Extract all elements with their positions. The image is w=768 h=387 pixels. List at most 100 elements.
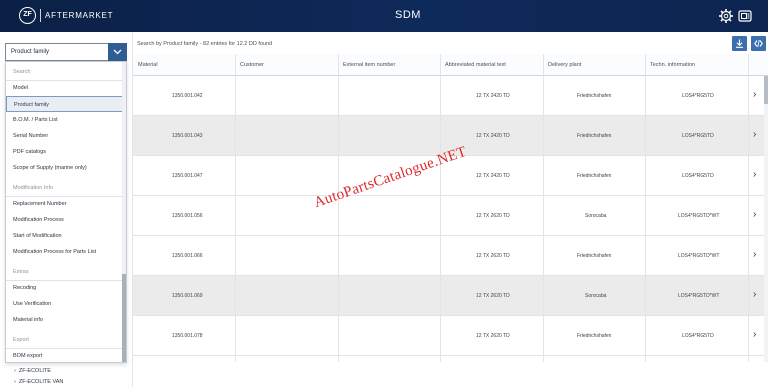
column-divider (338, 54, 339, 362)
top-bar: ZF AFTERMARKET SDM (0, 0, 768, 32)
search-type-dropdown: Search Model Product family B.O.M. / Par… (5, 61, 127, 363)
dropdown-item-material-info[interactable]: Material info (6, 312, 124, 328)
left-panel: Product family Search Model Product fami… (0, 32, 133, 387)
column-divider (440, 54, 441, 362)
settings-icon[interactable] (718, 8, 734, 24)
cell-abbreviated-text: 12 TX 2620 TD (476, 333, 510, 339)
cell-material: 1350.001.047 (172, 173, 203, 179)
code-view-button[interactable] (751, 36, 766, 51)
dropdown-item-bom-parts-list[interactable]: B.O.M. / Parts List (6, 112, 124, 128)
zf-logo: ZF (19, 7, 36, 24)
cell-material: 1350.001.043 (172, 133, 203, 139)
select-value: Product family (11, 49, 50, 55)
cell-material: 1350.001.056 (172, 213, 203, 219)
cell-material: 1350.001.066 (172, 253, 203, 259)
dropdown-item-replacement-number[interactable]: Replacement Number (6, 196, 124, 212)
search-result-info: Search by Product family - 82 entries fo… (137, 41, 273, 47)
cell-techn-information: LOS4*RG5TD*WT (678, 213, 720, 219)
cell-abbreviated-text: 12 TX 2620 TD (476, 213, 510, 219)
column-header-customer[interactable]: Customer (240, 62, 264, 68)
cell-abbreviated-text: 12 TX 2420 TD (476, 133, 510, 139)
brand-label: AFTERMARKET (45, 11, 114, 20)
chevron-down-icon (113, 49, 122, 55)
cell-delivery-plant: Sorocaba (585, 213, 607, 219)
chevron-right-icon: › (14, 368, 16, 374)
dropdown-item-product-family[interactable]: Product family (6, 96, 124, 112)
column-header-delivery-plant[interactable]: Delivery plant (548, 62, 581, 68)
cell-techn-information: LOS4*RG5TD*WT (678, 253, 720, 259)
chevron-right-icon[interactable]: › (753, 169, 756, 180)
dropdown-item-pdf-catalogs[interactable]: PDF catalogs (6, 144, 124, 160)
catalog-switch-icon[interactable] (737, 8, 753, 24)
table-row[interactable]: 1350.001.056 12 TX 2620 TD Sorocaba LOS4… (133, 196, 768, 236)
cell-delivery-plant: Friedrichshafen (577, 333, 612, 339)
cell-abbreviated-text: 12 TX 2620 TD (476, 253, 510, 259)
dropdown-item-recoding[interactable]: Recoding (6, 280, 124, 296)
logo-divider (40, 9, 41, 22)
cell-delivery-plant: Friedrichshafen (577, 253, 612, 259)
select-toggle-button[interactable] (108, 43, 127, 61)
dropdown-item-serial-number[interactable]: Serial Number (6, 128, 124, 144)
cell-delivery-plant: Friedrichshafen (577, 93, 612, 99)
table-row[interactable]: 1350.001.069 12 TX 2620 TD Sorocaba LOS4… (133, 276, 768, 316)
table-row[interactable]: 1350.001.078 12 TX 2620 TD Friedrichshaf… (133, 316, 768, 356)
dropdown-item-bom-export[interactable]: BOM export (6, 348, 124, 362)
cell-abbreviated-text: 12 TX 2420 TD (476, 173, 510, 179)
column-header-external-item-number[interactable]: External item number (343, 62, 395, 68)
chevron-right-icon[interactable]: › (753, 329, 756, 340)
cell-delivery-plant: Sorocaba (585, 293, 607, 299)
cell-delivery-plant: Friedrichshafen (577, 133, 612, 139)
dropdown-group-search: Search (13, 69, 31, 75)
code-view-icon (754, 39, 763, 48)
dropdown-item-use-verification[interactable]: Use Verification (6, 296, 124, 312)
cell-material: 1350.001.069 (172, 293, 203, 299)
dropdown-item-scope-of-supply[interactable]: Scope of Supply (marine only) (6, 160, 124, 176)
tree-item-label: ZF-ECOLITE VAN (18, 379, 64, 385)
dropdown-group-modification-info: Modification Info (13, 185, 54, 191)
dropdown-group-export: Export (13, 337, 29, 343)
cell-techn-information: LOS4*RG5TD (682, 93, 714, 99)
cell-material: 1350.001.078 (172, 333, 203, 339)
table-scrollbar[interactable] (764, 76, 768, 362)
chevron-right-icon[interactable]: › (753, 289, 756, 300)
cell-abbreviated-text: 12 TX 2420 TD (476, 93, 510, 99)
cell-techn-information: LOS4*RG5TD (682, 173, 714, 179)
tree-item-zf-ecolite-van[interactable]: › ZF-ECOLITE VAN (14, 379, 63, 385)
dropdown-group-extras: Extras (13, 269, 29, 275)
search-type-select[interactable]: Product family (5, 43, 127, 61)
table-header: Material Customer External item number A… (133, 54, 768, 76)
cell-abbreviated-text: 12 TX 2620 TD (476, 293, 510, 299)
dropdown-item-modification-process[interactable]: Modification Process (6, 212, 124, 228)
table-row[interactable]: 1350.001.066 12 TX 2620 TD Friedrichshaf… (133, 236, 768, 276)
tree-item-zf-ecolite[interactable]: › ZF-ECOLITE (14, 368, 51, 374)
dropdown-item-start-of-modification[interactable]: Start of Modification (6, 228, 124, 244)
dropdown-scrollbar[interactable] (122, 62, 126, 362)
column-divider (543, 54, 544, 362)
column-divider (748, 54, 749, 362)
dropdown-item-modification-process-parts-list[interactable]: Modification Process for Parts List (6, 244, 124, 260)
chevron-right-icon[interactable]: › (753, 209, 756, 220)
cell-delivery-plant: Friedrichshafen (577, 173, 612, 179)
column-divider (645, 54, 646, 362)
tree-item-label: ZF-ECOLITE (18, 368, 51, 374)
column-divider (235, 54, 236, 362)
results-table: Material Customer External item number A… (133, 54, 768, 387)
column-header-material[interactable]: Material (138, 62, 158, 68)
table-scrollbar-thumb[interactable] (764, 76, 768, 104)
chevron-right-icon[interactable]: › (753, 129, 756, 140)
dropdown-scrollbar-thumb[interactable] (122, 274, 126, 362)
chevron-right-icon[interactable]: › (753, 89, 756, 100)
table-row[interactable]: 1350.001.042 12 TX 2420 TD Friedrichshaf… (133, 76, 768, 116)
chevron-right-icon[interactable]: › (753, 249, 756, 260)
column-header-techn-information[interactable]: Techn. information (650, 62, 695, 68)
cell-techn-information: LOS4*RG5TD*WT (678, 293, 720, 299)
cell-techn-information: LOS4*RG5TD (682, 133, 714, 139)
cell-material: 1350.001.042 (172, 93, 203, 99)
cell-techn-information: LOS4*RG5TD (682, 333, 714, 339)
app-title: SDM (395, 9, 421, 21)
column-header-abbreviated-material-text[interactable]: Abbreviated material text (445, 62, 506, 68)
chevron-right-icon: › (14, 379, 16, 385)
download-button[interactable] (732, 36, 747, 51)
dropdown-item-model[interactable]: Model (6, 80, 124, 96)
download-icon (736, 39, 743, 48)
